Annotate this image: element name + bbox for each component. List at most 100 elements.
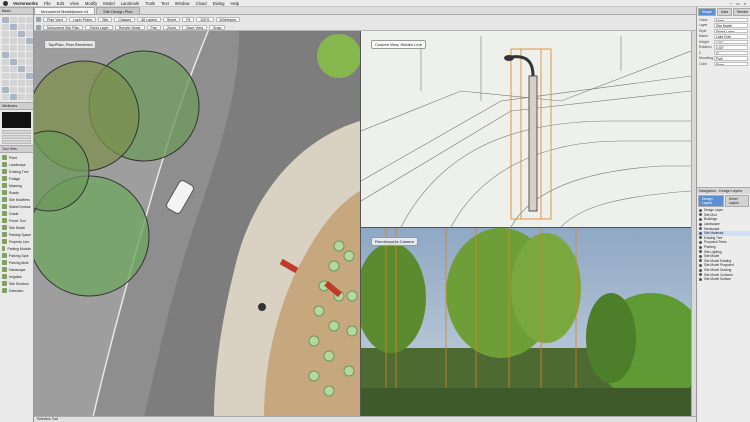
visibility-icon[interactable]: [699, 213, 702, 217]
tool-button-icon[interactable]: [18, 94, 25, 100]
tool-button-icon[interactable]: [2, 52, 9, 58]
viewport-divider-horizontal[interactable]: [361, 227, 691, 228]
tool-button-icon[interactable]: [18, 31, 25, 37]
visibility-icon[interactable]: [699, 277, 702, 281]
menu-model[interactable]: Model: [103, 1, 114, 6]
visibility-icon[interactable]: [699, 231, 702, 235]
field-value[interactable]: Black: [714, 61, 748, 66]
field-value[interactable]: Site Model: [714, 23, 748, 28]
tool-button-icon[interactable]: [10, 87, 17, 93]
plane-dropdown[interactable]: Layer Plane: [68, 16, 97, 22]
zoom-button[interactable]: Zoom: [162, 24, 181, 30]
menu-file[interactable]: File: [44, 1, 51, 6]
tool-button-icon[interactable]: [18, 17, 25, 23]
field-value[interactable]: Light Pole: [714, 34, 748, 39]
field-value[interactable]: Pole: [714, 56, 748, 61]
tool-button-icon[interactable]: [18, 80, 25, 86]
classes-dropdown[interactable]: Classes: [114, 16, 136, 22]
snap-button[interactable]: Snap: [209, 24, 226, 30]
layer-row[interactable]: Site Model Surface: [697, 277, 750, 282]
tool-button-icon[interactable]: [2, 59, 9, 65]
tab-document-2[interactable]: Site Design Plan: [96, 7, 140, 14]
tool-button-icon[interactable]: [2, 24, 9, 30]
apple-icon[interactable]: [3, 0, 8, 6]
menu-app[interactable]: Vectorworks: [13, 1, 38, 6]
tool-button-icon[interactable]: [10, 24, 17, 30]
wireframe-viewport[interactable]: Custom View, Hidden Line: [361, 31, 691, 227]
tool-button-icon[interactable]: [10, 38, 17, 44]
toolset-item[interactable]: Hardscape: [2, 266, 31, 273]
tool-button-icon[interactable]: [26, 38, 33, 44]
viewport-divider-vertical[interactable]: [360, 31, 361, 416]
toolset-item[interactable]: Grade: [2, 210, 31, 217]
tool-button-icon[interactable]: [18, 87, 25, 93]
menu-dialog[interactable]: Dialog: [213, 1, 225, 6]
tool-button-icon[interactable]: [2, 31, 9, 37]
tab-sheet-layers[interactable]: Sheet Layers: [724, 195, 749, 207]
render-mode-button[interactable]: Render Mode: [114, 24, 145, 30]
tool-button-icon[interactable]: [18, 59, 25, 65]
layers-dropdown[interactable]: All Layers: [137, 16, 161, 22]
tool-button-icon[interactable]: [10, 94, 17, 100]
tool-button-icon[interactable]: [26, 17, 33, 23]
tool-button-icon[interactable]: [18, 66, 25, 72]
visibility-icon[interactable]: [699, 236, 702, 240]
tool-button-icon[interactable]: [10, 17, 17, 23]
tool-button-icon[interactable]: [2, 17, 9, 23]
toolset-item[interactable]: Parking Aisle: [2, 259, 31, 266]
toolset-item[interactable]: Landscape: [2, 161, 31, 168]
tool-button-icon[interactable]: [2, 87, 9, 93]
field-value[interactable]: 12'0": [714, 39, 748, 44]
tool-button-icon[interactable]: [10, 45, 17, 51]
toolset-item[interactable]: Parking Space: [2, 231, 31, 238]
pen-style-field[interactable]: [2, 130, 31, 134]
tool-button-icon[interactable]: [18, 24, 25, 30]
view-dropdown[interactable]: Plan View: [43, 16, 67, 22]
fill-swatch[interactable]: [2, 112, 31, 128]
tool-button-icon[interactable]: [26, 87, 33, 93]
save-view-button[interactable]: Save View: [182, 24, 208, 30]
toolset-item[interactable]: Parking Module: [2, 245, 31, 252]
fit-button[interactable]: Fit: [182, 16, 195, 22]
sheet-layer-dropdown[interactable]: Sheet Layer: [85, 24, 113, 30]
tool-button-icon[interactable]: [26, 73, 33, 79]
visibility-icon[interactable]: [699, 263, 702, 267]
menu-tools[interactable]: Tools: [145, 1, 155, 6]
field-value[interactable]: 0.00°: [714, 45, 748, 50]
menu-help[interactable]: Help: [230, 1, 239, 6]
render-mode-dropdown[interactable]: Wireframe: [215, 16, 241, 22]
toolset-item[interactable]: Detection: [2, 287, 31, 294]
sheet-dropdown[interactable]: Sheet: [162, 16, 181, 22]
menu-landmark[interactable]: Landmark: [121, 1, 140, 6]
tool-button-icon[interactable]: [10, 80, 17, 86]
tool-button-icon[interactable]: [18, 45, 25, 51]
render-viewport[interactable]: Renderworks Camera: [361, 228, 691, 416]
menu-window[interactable]: Window: [175, 1, 190, 6]
visibility-icon[interactable]: [699, 254, 702, 258]
tab-render[interactable]: Render: [732, 8, 750, 16]
visibility-icon[interactable]: [699, 222, 702, 226]
toolset-item[interactable]: Plant: [2, 154, 31, 161]
opacity-field[interactable]: [2, 140, 31, 144]
tab-document-1[interactable]: Monument Marketplace v4: [34, 7, 96, 14]
menu-cloud[interactable]: Cloud: [196, 1, 207, 6]
visibility-icon[interactable]: [699, 250, 702, 254]
field-value[interactable]: 0": [714, 50, 748, 55]
tool-button-icon[interactable]: [26, 52, 33, 58]
tool-button-icon[interactable]: [26, 94, 33, 100]
tool-button-icon[interactable]: [10, 59, 17, 65]
pan-button[interactable]: Pan: [146, 24, 161, 30]
site-dropdown[interactable]: Site: [98, 16, 113, 22]
tool-button-icon[interactable]: [18, 73, 25, 79]
tool-button-icon[interactable]: [10, 73, 17, 79]
visibility-icon[interactable]: [699, 245, 702, 249]
tool-button-icon[interactable]: [26, 45, 33, 51]
tool-button-icon[interactable]: [2, 66, 9, 72]
tool-button-icon[interactable]: [2, 38, 9, 44]
toolset-item[interactable]: Site Sections: [2, 280, 31, 287]
visibility-icon[interactable]: [699, 217, 702, 221]
tool-button-icon[interactable]: [10, 31, 17, 37]
visibility-icon[interactable]: [699, 208, 702, 212]
tab-shape[interactable]: Shape: [698, 8, 716, 16]
toolset-item[interactable]: Foliage: [2, 175, 31, 182]
